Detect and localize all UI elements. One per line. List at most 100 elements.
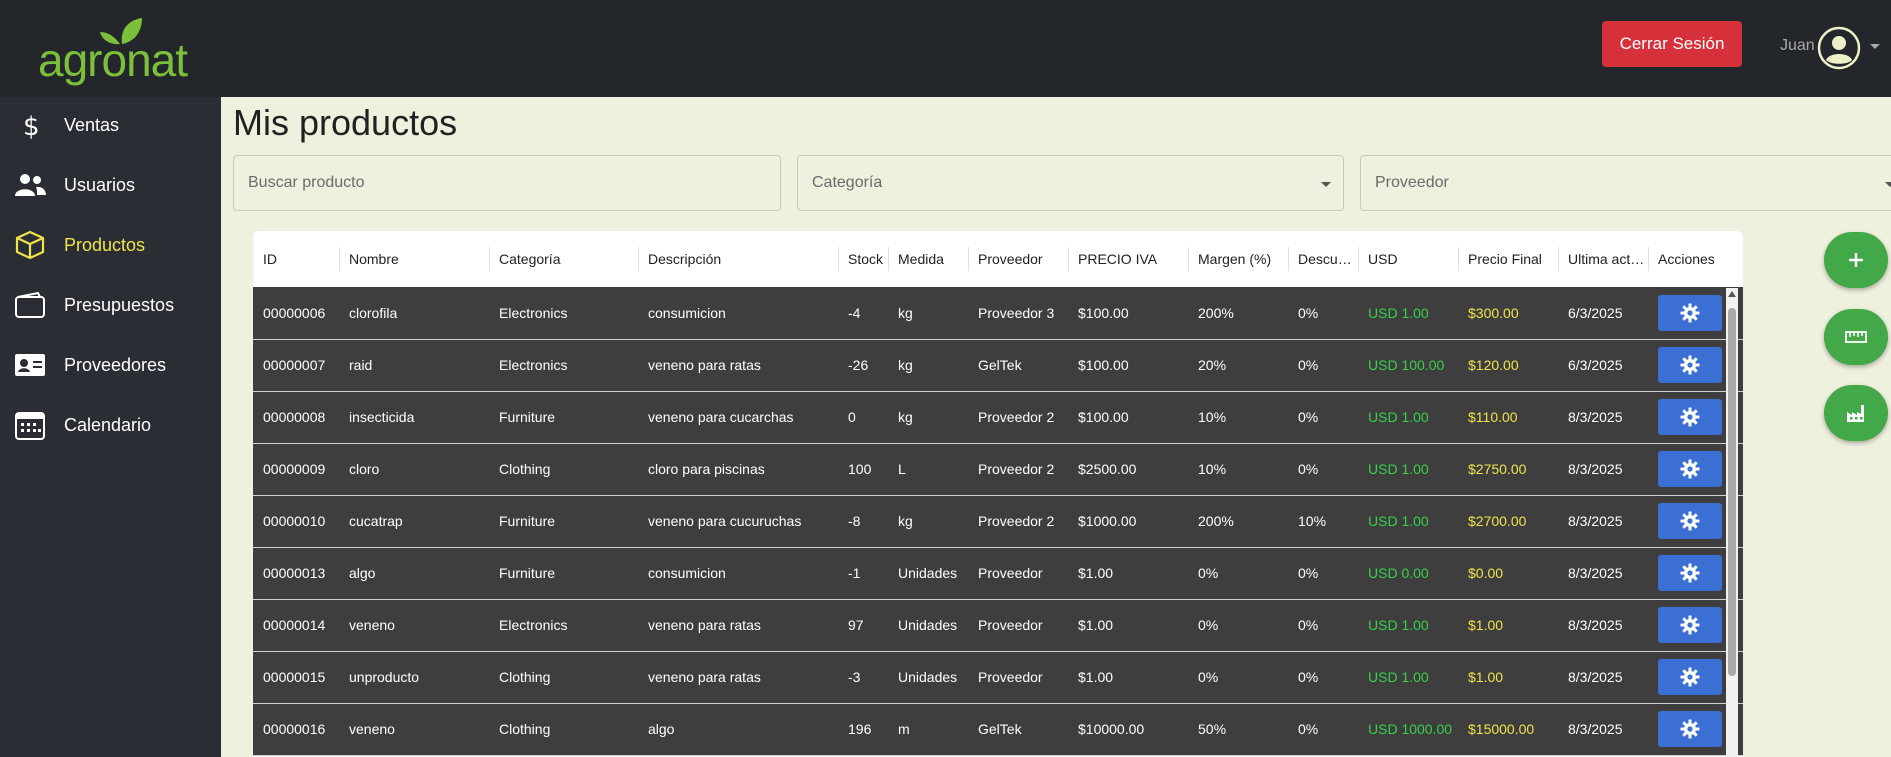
sidebar-item-calendario[interactable]: Calendario <box>0 397 221 453</box>
column-header-medida[interactable]: Medida <box>888 231 968 287</box>
table-row[interactable]: 00000008 insecticida Furniture veneno para … <box>253 391 1743 443</box>
table-row[interactable]: 00000015 unproducto Clothing veneno para ra… <box>253 651 1743 703</box>
search-input[interactable] <box>248 174 780 192</box>
cell-descripcion: veneno para ratas <box>648 357 761 373</box>
sidebar-item-ventas[interactable]: $ Ventas <box>0 97 221 153</box>
sidebar-item-label: Presupuestos <box>64 294 175 315</box>
scrollbar-thumb[interactable] <box>1728 308 1736 676</box>
wallet-icon <box>13 288 47 322</box>
sidebar-item-usuarios[interactable]: Usuarios <box>0 157 221 213</box>
cell-categoria: Furniture <box>499 513 556 529</box>
column-header-id[interactable]: ID <box>253 231 339 287</box>
category-select[interactable]: Categoría <box>797 155 1344 211</box>
sidebar-item-label: Usuarios <box>64 174 136 195</box>
sidebar: $ Ventas Usuarios Productos Presupuestos… <box>0 97 221 757</box>
column-header-descripcion[interactable]: Descripción <box>638 231 838 287</box>
dollar-icon: $ <box>13 108 47 142</box>
cell-id: 00000009 <box>263 461 326 477</box>
user-avatar-icon[interactable] <box>1817 26 1861 70</box>
cell-precio-iva: $1.00 <box>1078 565 1114 581</box>
cell-nombre: insecticida <box>349 409 415 425</box>
cell-usd: USD 0.00 <box>1368 565 1429 581</box>
row-settings-button[interactable] <box>1658 347 1722 383</box>
row-settings-button[interactable] <box>1658 451 1722 487</box>
calendar-icon <box>13 408 47 442</box>
agronat-logo[interactable]: agronat <box>36 14 196 86</box>
cell-usd: USD 1000.00 <box>1368 721 1453 737</box>
cell-precio-final: $0.00 <box>1468 565 1504 581</box>
table-row[interactable]: 00000010 cucatrap Furniture veneno para cuc… <box>253 495 1743 547</box>
column-header-precio-final[interactable]: Precio Final <box>1458 231 1558 287</box>
table-row[interactable]: 00000013 algo Furniture consumicion -1 Unidad… <box>253 547 1743 599</box>
chevron-down-icon <box>1321 182 1331 187</box>
column-header-precio-iva[interactable]: PRECIO IVA <box>1068 231 1188 287</box>
sidebar-item-productos[interactable]: Productos <box>0 217 221 273</box>
cell-nombre: algo <box>349 565 376 581</box>
row-settings-button[interactable] <box>1658 399 1722 435</box>
cell-precio-final: $2700.00 <box>1468 513 1527 529</box>
row-settings-button[interactable] <box>1658 294 1722 331</box>
sidebar-item-proveedores[interactable]: Proveedores <box>0 337 221 393</box>
cell-proveedor: Proveedor 2 <box>978 409 1055 425</box>
cell-descripcion: cloro para piscinas <box>648 461 765 477</box>
cell-descuento: 10% <box>1298 513 1327 529</box>
user-menu-caret-icon[interactable] <box>1870 44 1880 49</box>
cell-margen: 200% <box>1198 513 1234 529</box>
cell-precio-final: $120.00 <box>1468 357 1519 373</box>
cell-categoria: Furniture <box>499 409 556 425</box>
cell-descripcion: veneno para cucarchas <box>648 409 794 425</box>
gear-icon <box>1680 667 1700 687</box>
column-header-proveedor[interactable]: Proveedor <box>968 231 1068 287</box>
supplier-select[interactable]: Proveedor <box>1360 155 1891 211</box>
cell-medida: Unidades <box>898 617 958 633</box>
table-row[interactable]: 00000007 raid Electronics veneno para ratas… <box>253 339 1743 391</box>
cell-nombre: cloro <box>349 461 380 477</box>
cell-nombre: unproducto <box>349 669 420 685</box>
scroll-up-arrow-icon[interactable] <box>1728 291 1736 297</box>
table-row[interactable]: 00000014 veneno Electronics veneno para rat… <box>253 599 1743 651</box>
cell-margen: 200% <box>1198 304 1234 321</box>
table-row[interactable]: 00000006 clorofila Electronics consumicion -… <box>253 287 1743 339</box>
cell-precio-final: $110.00 <box>1468 409 1518 425</box>
cell-usd: USD 1.00 <box>1368 304 1429 321</box>
cell-descuento: 0% <box>1298 669 1319 685</box>
row-settings-button[interactable] <box>1658 555 1722 591</box>
column-header-nombre[interactable]: Nombre <box>339 231 489 287</box>
gear-icon <box>1680 303 1700 323</box>
cell-stock: -3 <box>848 669 861 685</box>
column-header-usd[interactable]: USD <box>1358 231 1458 287</box>
column-header-categoria[interactable]: Categoría <box>489 231 638 287</box>
cell-usd: USD 1.00 <box>1368 617 1429 633</box>
products-table: ID Nombre Categoría Descripción Stock Me… <box>253 231 1743 757</box>
sidebar-item-presupuestos[interactable]: Presupuestos <box>0 277 221 333</box>
table-row[interactable]: 00000016 veneno Clothing algo 196 m GelTek $100… <box>253 703 1743 755</box>
row-settings-button[interactable] <box>1658 503 1722 539</box>
cell-categoria: Electronics <box>499 304 568 321</box>
add-product-button[interactable] <box>1824 232 1888 288</box>
suppliers-button[interactable] <box>1824 385 1888 441</box>
column-header-ultima-actualizacion[interactable]: Ultima actualización <box>1558 231 1648 287</box>
sidebar-item-label: Ventas <box>64 114 120 135</box>
cell-nombre: clorofila <box>349 304 398 321</box>
cell-id: 00000014 <box>263 617 326 633</box>
cell-margen: 0% <box>1198 565 1219 581</box>
column-header-margen[interactable]: Margen (%) <box>1188 231 1288 287</box>
table-scrollbar[interactable] <box>1726 288 1738 757</box>
row-settings-button[interactable] <box>1658 659 1722 695</box>
row-settings-button[interactable] <box>1658 711 1722 747</box>
cell-ultima-actualizacion: 6/3/2025 <box>1568 304 1623 321</box>
row-settings-button[interactable] <box>1658 607 1722 643</box>
column-header-descuento[interactable]: Descuento <box>1288 231 1358 287</box>
table-row[interactable]: 00000009 cloro Clothing cloro para piscinas… <box>253 443 1743 495</box>
search-field[interactable] <box>233 155 781 211</box>
cell-id: 00000013 <box>263 565 326 581</box>
gear-icon <box>1680 719 1700 739</box>
gear-icon <box>1680 615 1700 635</box>
cell-precio-final: $1.00 <box>1468 617 1504 633</box>
sidebar-item-label: Proveedores <box>64 354 167 375</box>
measure-units-button[interactable] <box>1824 309 1888 365</box>
cell-margen: 20% <box>1198 357 1227 373</box>
logout-button[interactable]: Cerrar Sesión <box>1602 21 1742 67</box>
cell-medida: kg <box>898 409 913 425</box>
column-header-stock[interactable]: Stock <box>838 231 888 287</box>
